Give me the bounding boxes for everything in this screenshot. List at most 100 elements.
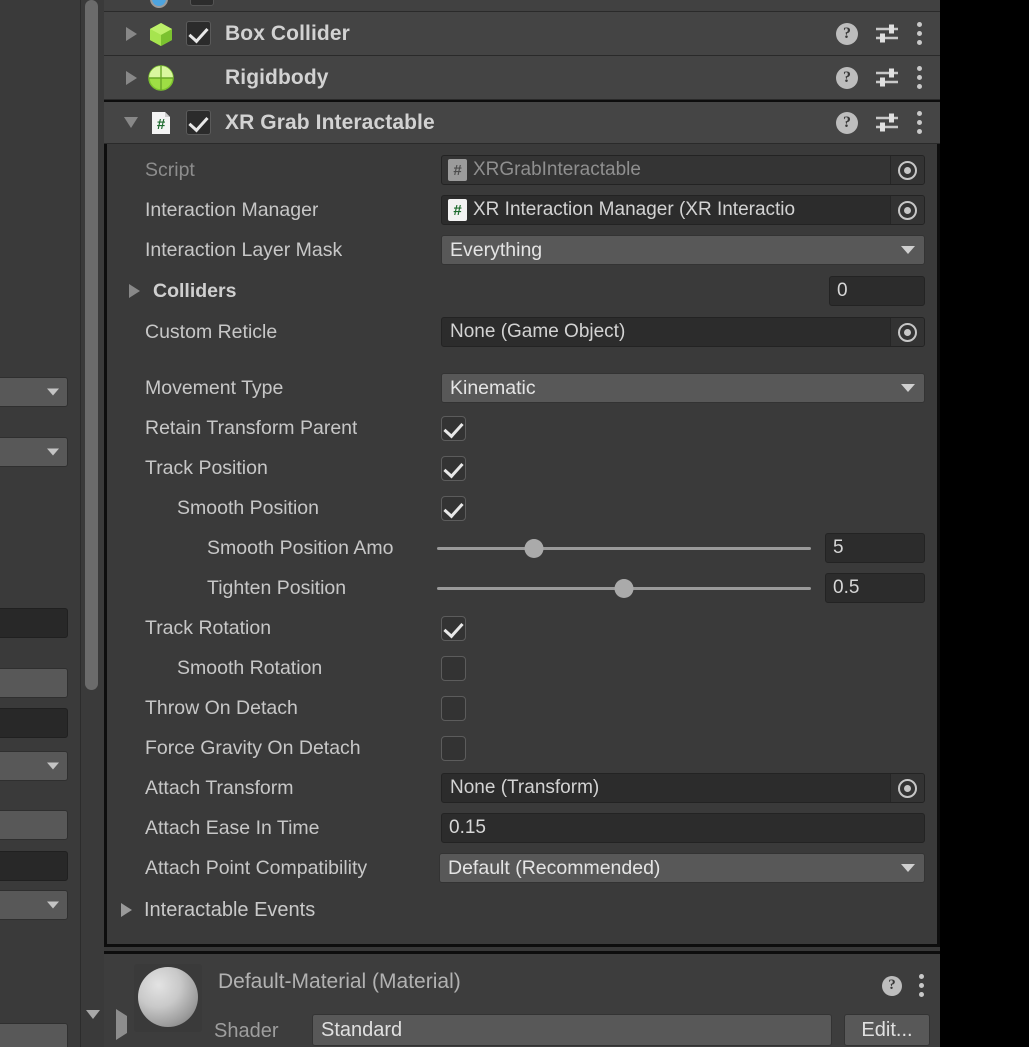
property-control-custom-reticle: None (Game Object) bbox=[441, 317, 925, 347]
partial-component-checkbox[interactable] bbox=[190, 0, 214, 6]
checkbox-track-rotation[interactable] bbox=[441, 615, 466, 641]
property-control-track-position bbox=[441, 455, 925, 481]
component-tools-xr-grab-interactable: ? bbox=[836, 111, 940, 134]
component-enabled-checkbox-xr-grab-interactable[interactable] bbox=[186, 110, 211, 135]
left-light-2[interactable] bbox=[0, 810, 68, 840]
property-control-attach-point-compatibility: Default (Recommended) bbox=[439, 853, 925, 883]
component-title-box-collider: Box Collider bbox=[225, 21, 350, 45]
property-row-interaction-layer-mask: Interaction Layer Mask Everything bbox=[107, 230, 937, 270]
material-sphere-preview bbox=[138, 967, 198, 1027]
scrollbar-thumb[interactable] bbox=[85, 0, 98, 690]
property-label-attach-ease-in-time: Attach Ease In Time bbox=[145, 816, 320, 839]
more-menu-icon[interactable] bbox=[916, 66, 922, 89]
left-light-1[interactable] bbox=[0, 668, 68, 698]
left-field-2[interactable] bbox=[0, 708, 68, 738]
object-field-interaction-manager[interactable]: # XR Interaction Manager (XR Interactio bbox=[441, 195, 925, 225]
dropdown-shader[interactable]: Standard bbox=[312, 1014, 832, 1046]
property-row-movement-type: Movement Type Kinematic bbox=[107, 368, 937, 408]
left-dropdown-2[interactable] bbox=[0, 437, 68, 467]
object-picker-icon[interactable] bbox=[890, 156, 924, 184]
checkbox-retain-transform-parent[interactable] bbox=[441, 415, 466, 441]
property-row-script: Script # XRGrabInteractable bbox=[107, 150, 937, 190]
chevron-down-icon bbox=[901, 384, 915, 392]
left-field-3[interactable] bbox=[0, 851, 68, 881]
object-field-script[interactable]: # XRGrabInteractable bbox=[441, 155, 925, 185]
partial-component-icon bbox=[150, 0, 168, 8]
foldout-toggle-rigidbody[interactable] bbox=[118, 70, 144, 85]
slider-knob[interactable] bbox=[614, 578, 634, 598]
preset-icon[interactable] bbox=[874, 23, 900, 45]
script-badge-icon: # bbox=[448, 199, 467, 221]
preset-icon[interactable] bbox=[874, 112, 900, 134]
property-control-smooth-position-amount: 5 bbox=[437, 533, 925, 563]
object-picker-icon[interactable] bbox=[890, 196, 924, 224]
left-dropdown-3[interactable] bbox=[0, 751, 68, 781]
left-light-3[interactable] bbox=[0, 1023, 68, 1047]
component-header-box-collider[interactable]: Box Collider ? bbox=[104, 12, 940, 56]
property-label-smooth-position: Smooth Position bbox=[177, 496, 319, 519]
component-checkbox-placeholder-rigidbody bbox=[186, 65, 211, 90]
more-menu-icon[interactable] bbox=[916, 22, 922, 45]
number-field-tighten-position[interactable]: 0.5 bbox=[825, 573, 925, 603]
scroll-down-arrow-icon[interactable] bbox=[86, 1010, 100, 1019]
dropdown-interaction-layer-mask[interactable]: Everything bbox=[441, 235, 925, 265]
dropdown-attach-point-compatibility[interactable]: Default (Recommended) bbox=[439, 853, 925, 883]
foldout-toggle-box-collider[interactable] bbox=[118, 26, 144, 41]
text-field-attach-ease-in-time[interactable]: 0.15 bbox=[441, 813, 925, 843]
left-dropdown-4[interactable] bbox=[0, 890, 68, 920]
dropdown-value-attach-point-compatibility: Default (Recommended) bbox=[448, 856, 661, 879]
help-icon[interactable]: ? bbox=[882, 975, 902, 996]
property-label-smooth-rotation: Smooth Rotation bbox=[177, 656, 323, 679]
property-label-retain-transform-parent: Retain Transform Parent bbox=[145, 416, 358, 439]
slider-smooth-position-amount[interactable] bbox=[437, 533, 811, 563]
component-body-xr-grab-interactable: Script # XRGrabInteractable Interaction … bbox=[104, 144, 940, 947]
property-label-attach-point-compatibility: Attach Point Compatibility bbox=[145, 856, 368, 879]
component-enabled-checkbox-box-collider[interactable] bbox=[186, 21, 211, 46]
checkbox-smooth-position[interactable] bbox=[441, 495, 466, 521]
slider-tighten-position[interactable] bbox=[437, 573, 811, 603]
left-field-1[interactable] bbox=[0, 608, 68, 638]
chevron-right-icon bbox=[121, 903, 132, 917]
rigidbody-icon bbox=[146, 63, 176, 93]
object-field-custom-reticle[interactable]: None (Game Object) bbox=[441, 317, 925, 347]
checkbox-throw-on-detach[interactable] bbox=[441, 695, 466, 721]
object-field-attach-transform[interactable]: None (Transform) bbox=[441, 773, 925, 803]
property-row-attach-point-compatibility: Attach Point Compatibility Default (Reco… bbox=[107, 848, 937, 888]
help-icon[interactable]: ? bbox=[836, 66, 858, 89]
checkbox-force-gravity-on-detach[interactable] bbox=[441, 735, 466, 761]
chevron-down-icon bbox=[124, 117, 138, 128]
help-icon[interactable]: ? bbox=[836, 111, 858, 134]
component-header-rigidbody[interactable]: Rigidbody ? bbox=[104, 56, 940, 100]
component-title-rigidbody: Rigidbody bbox=[225, 65, 329, 89]
foldout-toggle-material[interactable] bbox=[116, 1009, 127, 1040]
number-field-smooth-position-amount[interactable]: 5 bbox=[825, 533, 925, 563]
property-label-force-gravity-on-detach: Force Gravity On Detach bbox=[145, 736, 361, 759]
property-row-force-gravity-on-detach: Force Gravity On Detach bbox=[107, 728, 937, 768]
number-field-colliders-count[interactable]: 0 bbox=[829, 276, 925, 306]
preset-icon[interactable] bbox=[874, 67, 900, 89]
checkbox-track-position[interactable] bbox=[441, 455, 466, 481]
foldout-toggle-xr-grab-interactable[interactable] bbox=[118, 117, 144, 128]
edit-shader-button[interactable]: Edit... bbox=[844, 1014, 930, 1046]
property-label-script: Script bbox=[145, 158, 195, 181]
shader-label: Shader bbox=[214, 1020, 279, 1042]
object-field-value-custom-reticle: None (Game Object) bbox=[450, 321, 626, 342]
slider-knob[interactable] bbox=[524, 538, 544, 558]
dropdown-movement-type[interactable]: Kinematic bbox=[441, 373, 925, 403]
foldout-toggle-colliders[interactable] bbox=[121, 284, 147, 298]
left-dropdown-1[interactable] bbox=[0, 377, 68, 407]
property-control-tighten-position: 0.5 bbox=[437, 573, 925, 603]
property-control-force-gravity-on-detach bbox=[441, 735, 925, 761]
more-menu-icon[interactable] bbox=[916, 111, 922, 134]
vertical-scrollbar[interactable] bbox=[80, 0, 104, 1047]
help-icon[interactable]: ? bbox=[836, 22, 858, 45]
section-interactable-events[interactable]: Interactable Events bbox=[107, 888, 937, 932]
object-picker-icon[interactable] bbox=[890, 774, 924, 802]
chevron-down-icon bbox=[901, 864, 915, 872]
object-picker-icon[interactable] bbox=[890, 318, 924, 346]
property-control-script: # XRGrabInteractable bbox=[441, 155, 925, 185]
more-menu-icon[interactable] bbox=[918, 974, 924, 997]
property-row-attach-transform: Attach Transform None (Transform) bbox=[107, 768, 937, 808]
checkbox-smooth-rotation[interactable] bbox=[441, 655, 466, 681]
component-header-xr-grab-interactable[interactable]: # XR Grab Interactable ? bbox=[104, 100, 940, 144]
